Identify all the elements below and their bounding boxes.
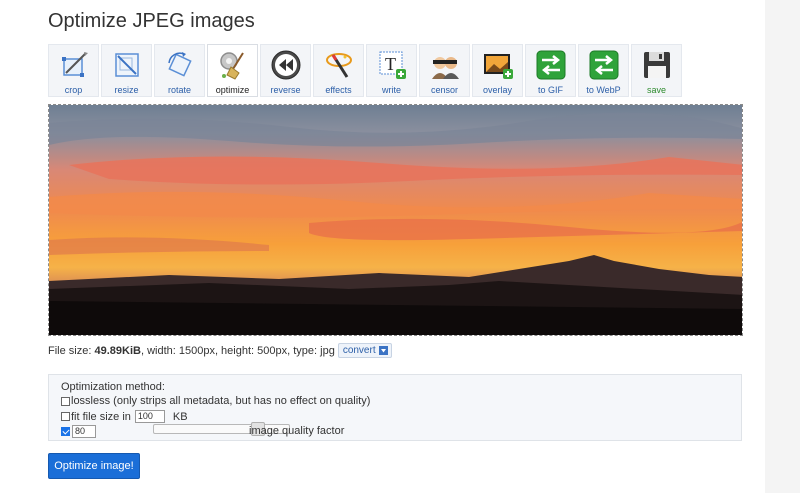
file-size-value: 49.89KiB [94, 344, 141, 357]
fit-size-input[interactable]: 100 [134, 410, 165, 423]
page-title: Optimize JPEG images [48, 10, 255, 32]
tool-label: overlay [482, 85, 512, 95]
tool-label: save [646, 85, 666, 95]
optimization-method-title: Optimization method: [61, 381, 165, 393]
rotate-icon [163, 48, 197, 82]
reverse-icon [269, 48, 303, 82]
tool-label: rotate [167, 85, 191, 95]
quality-checkbox[interactable] [61, 427, 70, 436]
censor-icon [428, 48, 462, 82]
right-gutter [765, 0, 800, 493]
resize-icon [110, 48, 144, 82]
file-info: File size: 49.89KiB , width: 1500px, hei… [48, 343, 392, 358]
tool-effects-button[interactable]: effects [313, 44, 364, 97]
convert-label: convert [342, 345, 376, 356]
file-details: , width: 1500px, height: 500px, type: jp… [140, 344, 335, 357]
optimize-image-button[interactable]: Optimize image! [48, 453, 140, 479]
fit-size-option-row: fit file size in 100 KB [61, 410, 188, 423]
fit-size-checkbox[interactable] [61, 412, 70, 421]
tool-reverse-button[interactable]: reverse [260, 44, 311, 97]
tool-label: censor [430, 85, 458, 95]
tool-label: to WebP [586, 85, 621, 95]
dropdown-arrow-icon [378, 346, 388, 355]
quality-option-row: 80 [61, 425, 96, 438]
optimization-options-panel: Optimization method: lossless (only stri… [48, 374, 742, 441]
tool-label: effects [325, 85, 352, 95]
crop-icon [57, 48, 91, 82]
optimize-broom-icon [216, 48, 250, 82]
svg-text:T: T [385, 54, 396, 74]
tool-to-gif-button[interactable]: to GIF [525, 44, 576, 97]
tool-toolbar: crop resize rotate optimize reverse effe… [48, 44, 684, 97]
tool-resize-button[interactable]: resize [101, 44, 152, 97]
convert-button[interactable]: convert [337, 343, 392, 358]
image-preview [48, 104, 743, 336]
tool-save-button[interactable]: save [631, 44, 682, 97]
lossless-option-row: lossless (only strips all metadata, but … [61, 395, 370, 407]
tool-label: reverse [270, 85, 301, 95]
overlay-icon [481, 48, 515, 82]
lossless-label: lossless (only strips all metadata, but … [71, 395, 371, 407]
effects-wand-icon [322, 48, 356, 82]
fit-size-unit: KB [172, 410, 188, 423]
quality-value-input[interactable]: 80 [72, 425, 96, 438]
write-text-icon: T [375, 48, 409, 82]
tool-write-button[interactable]: T write [366, 44, 417, 97]
fit-size-label: fit file size in [71, 410, 131, 423]
tool-optimize-button[interactable]: optimize [207, 44, 258, 97]
tool-label: resize [114, 85, 139, 95]
tool-label: optimize [215, 85, 250, 95]
tool-label: write [381, 85, 401, 95]
tool-overlay-button[interactable]: overlay [472, 44, 523, 97]
tool-rotate-button[interactable]: rotate [154, 44, 205, 97]
tool-censor-button[interactable]: censor [419, 44, 470, 97]
quality-label: image quality factor [249, 425, 345, 437]
lossless-checkbox[interactable] [61, 396, 70, 406]
tool-label: to GIF [537, 85, 563, 95]
tool-crop-button[interactable]: crop [48, 44, 99, 97]
tool-label: crop [64, 85, 83, 95]
sunset-photo [49, 105, 742, 335]
convert-arrows-icon [587, 48, 621, 82]
tool-to-webp-button[interactable]: to WebP [578, 44, 629, 97]
floppy-disk-icon [640, 48, 674, 82]
file-size-prefix: File size: [48, 344, 95, 357]
convert-arrows-icon [534, 48, 568, 82]
